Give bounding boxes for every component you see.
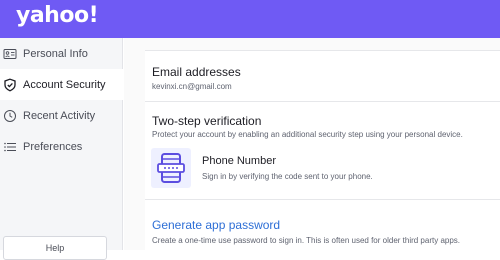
sidebar-item-label: Preferences — [23, 140, 83, 153]
yahoo-logo[interactable]: yahoo! — [16, 3, 99, 28]
two-step-title: Two-step verification — [152, 114, 262, 128]
generate-app-password-link[interactable]: Generate app password — [152, 218, 280, 232]
list-icon — [4, 142, 16, 151]
phone-number-title[interactable]: Phone Number — [202, 155, 276, 167]
email-section-title: Email addresses — [152, 65, 241, 79]
sidebar-item-personal-info[interactable]: Personal Info — [0, 38, 123, 69]
phone-icon-box — [151, 148, 191, 188]
two-step-section: Two-step verification Protect your accou… — [145, 102, 500, 200]
sidebar-item-account-security[interactable]: Account Security — [0, 69, 123, 100]
email-section: Email addresses kevinxi.cn@gmail.com — [145, 50, 500, 102]
top-header: yahoo! — [0, 0, 500, 38]
phone-icon — [157, 153, 185, 183]
sidebar-item-recent-activity[interactable]: Recent Activity — [0, 100, 123, 131]
sidebar-item-preferences[interactable]: Preferences — [0, 131, 123, 162]
sidebar-item-label: Recent Activity — [23, 109, 96, 122]
main-content: Email addresses kevinxi.cn@gmail.com Two… — [124, 38, 500, 250]
sidebar-item-label: Personal Info — [23, 47, 88, 60]
id-card-icon — [3, 48, 17, 59]
two-step-description: Protect your account by enabling an addi… — [152, 130, 463, 139]
shield-icon — [4, 78, 16, 92]
sidebar-item-label: Account Security — [23, 78, 106, 91]
email-address: kevinxi.cn@gmail.com — [152, 82, 232, 91]
app-password-description: Create a one-time use password to sign i… — [152, 236, 461, 245]
phone-number-description: Sign in by verifying the code sent to yo… — [202, 172, 373, 181]
clock-icon — [4, 109, 16, 122]
app-password-section: Generate app password Create a one-time … — [145, 200, 500, 250]
help-button[interactable]: Help — [3, 236, 107, 260]
sidebar: Personal Info Account Security Recent Ac… — [0, 38, 123, 260]
